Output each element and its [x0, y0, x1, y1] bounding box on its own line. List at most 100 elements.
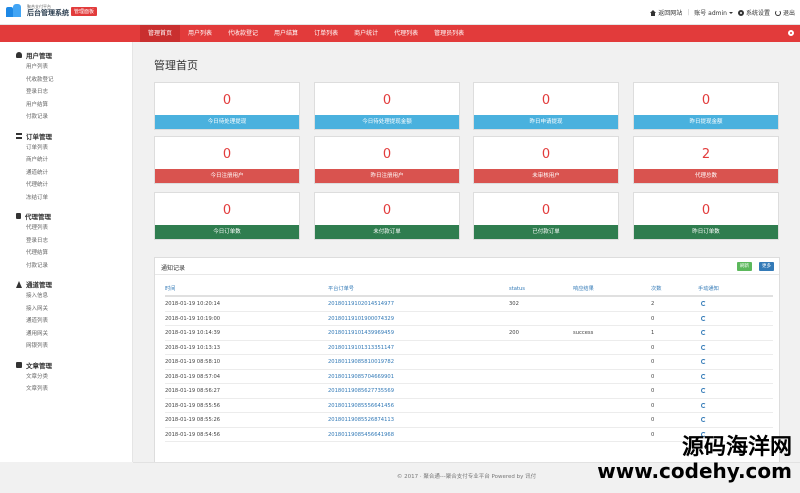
user-toolbar: 返回网站 | 账号 admin 系统设置 退出 — [645, 8, 795, 17]
sidebar-item[interactable]: 通道统计 — [16, 167, 132, 180]
refresh-icon[interactable] — [701, 315, 706, 321]
stat-label[interactable]: 昨日注册用户 — [315, 169, 459, 183]
stat-value: 0 — [222, 93, 232, 108]
tab-admin-list[interactable]: 管理员列表 — [426, 25, 472, 42]
stat-label[interactable]: 今日注册用户 — [155, 169, 299, 183]
notify-table: 时间 平台订单号 status 响应结果 次数 手动通知 2018-01-19 … — [165, 282, 773, 442]
tab-agent-list[interactable]: 代理列表 — [386, 25, 426, 42]
stat-label[interactable]: 昨日订单数 — [634, 225, 778, 239]
stat-label[interactable]: 昨日提现金额 — [634, 115, 778, 129]
notify-action[interactable] — [698, 326, 706, 340]
user-icon — [16, 52, 22, 58]
tab-user-list[interactable]: 用户列表 — [180, 25, 220, 42]
order-number-link[interactable]: 20180119102014514977 — [328, 297, 394, 311]
column-header[interactable]: 时间 — [165, 282, 175, 296]
order-number-link[interactable]: 20180119085526874113 — [328, 413, 394, 427]
refresh-icon[interactable] — [701, 344, 706, 350]
sidebar-item[interactable]: 商户统计 — [16, 154, 132, 167]
column-header[interactable]: status — [509, 282, 525, 296]
refresh-icon[interactable] — [701, 301, 706, 306]
stat-label[interactable]: 已付款订单 — [474, 225, 618, 239]
table-cell: 200 — [509, 330, 519, 336]
sidebar-item[interactable]: 文章分类 — [16, 371, 132, 384]
sidebar-item[interactable]: 代收款登记 — [16, 74, 132, 87]
order-number-link[interactable]: 20180119101439969459 — [328, 326, 394, 340]
refresh-icon[interactable] — [701, 359, 706, 364]
notify-action[interactable] — [698, 355, 706, 369]
column-header[interactable]: 次数 — [651, 282, 661, 296]
home-link[interactable]: 返回网站 — [650, 8, 682, 17]
order-number-link[interactable]: 20180119085627735569 — [328, 384, 394, 398]
sidebar-item[interactable]: 用户列表 — [16, 61, 132, 74]
table-cell: 0 — [651, 402, 655, 409]
table-row: 2018-01-19 08:56:27 20180119085627735569 0 — [165, 384, 773, 399]
refresh-button[interactable]: 刷新 — [737, 262, 752, 271]
sidebar-item[interactable]: 网银列表 — [16, 340, 132, 353]
sidebar-item[interactable]: 用户结算 — [16, 99, 132, 112]
more-button[interactable]: 更多 — [759, 262, 774, 271]
sidebar-item[interactable]: 冻结订单 — [16, 192, 132, 205]
settings-link[interactable]: 系统设置 — [737, 8, 770, 17]
order-number-link[interactable]: 20180119085704669901 — [328, 370, 394, 384]
column-header[interactable]: 响应结果 — [573, 282, 594, 296]
refresh-icon[interactable] — [701, 417, 706, 422]
power-icon — [774, 9, 781, 16]
sidebar-item[interactable]: 代理统计 — [16, 179, 132, 192]
sidebar-item[interactable]: 接入网关 — [16, 303, 132, 316]
notify-action[interactable] — [698, 341, 706, 355]
sidebar-item[interactable]: 付款记录 — [16, 260, 132, 273]
sidebar-item[interactable]: 文章列表 — [16, 383, 132, 396]
page-title: 管理首页 — [154, 59, 198, 72]
tab-dashboard[interactable]: 管理首页 — [140, 25, 181, 42]
sidebar-item[interactable]: 付款记录 — [16, 111, 132, 124]
stat-label[interactable]: 今日待处理提现金额 — [315, 115, 459, 129]
stat-value: 0 — [701, 93, 711, 108]
notify-action[interactable] — [698, 413, 706, 427]
table-cell: 1 — [651, 330, 655, 336]
sidebar-item[interactable]: 接入信息 — [16, 290, 132, 303]
logo[interactable]: 聚合支付平台 后台管理系统 — [6, 4, 69, 19]
refresh-icon[interactable] — [701, 388, 706, 393]
stat-label[interactable]: 昨日申请提现 — [474, 115, 618, 129]
stat-card: 0 昨日订单数 — [633, 192, 779, 240]
order-number-link[interactable]: 20180119101313351147 — [328, 341, 394, 355]
notify-action[interactable] — [698, 384, 706, 398]
stat-label[interactable]: 今日订单数 — [155, 225, 299, 239]
stat-label[interactable]: 未审核用户 — [474, 169, 618, 183]
logout-link[interactable]: 退出 — [774, 8, 795, 17]
notify-action[interactable] — [698, 312, 706, 326]
sidebar-item[interactable]: 登录日志 — [16, 235, 132, 248]
order-number-link[interactable]: 20180119101900074329 — [328, 312, 394, 326]
notify-action[interactable] — [698, 370, 706, 384]
refresh-icon[interactable] — [701, 330, 706, 335]
column-header[interactable]: 平台订单号 — [328, 282, 354, 296]
notify-action[interactable] — [698, 297, 706, 311]
stat-label[interactable]: 今日待处理提现 — [155, 115, 299, 129]
tab-user-settlement[interactable]: 用户结算 — [266, 25, 306, 42]
sidebar-item[interactable]: 通道列表 — [16, 315, 132, 328]
nav-tabs: 管理首页 用户列表 代收款登记 用户结算 订单列表 商户统计 代理列表 管理员列… — [140, 25, 472, 42]
sidebar-item[interactable]: 代理列表 — [16, 222, 132, 235]
table-row: 2018-01-19 08:58:10 20180119085810019782 0 — [165, 355, 773, 370]
order-number-link[interactable]: 20180119085456641968 — [328, 428, 394, 442]
account-menu[interactable]: 账号 admin — [694, 8, 733, 17]
order-number-link[interactable]: 20180119085810019782 — [328, 355, 394, 369]
column-header[interactable]: 手动通知 — [698, 282, 719, 296]
order-number-link[interactable]: 20180119085556641456 — [328, 399, 394, 413]
tab-merchant-stats[interactable]: 商户统计 — [346, 25, 386, 42]
gear-icon[interactable] — [788, 30, 794, 36]
tab-order-list[interactable]: 订单列表 — [306, 25, 346, 42]
refresh-icon[interactable] — [701, 373, 706, 379]
sidebar-item[interactable]: 订单列表 — [16, 142, 132, 155]
refresh-icon[interactable] — [701, 402, 706, 408]
sidebar-group-article: 文章管理 文章分类 文章列表 — [16, 359, 132, 396]
sidebar-item[interactable]: 通用网关 — [16, 328, 132, 341]
stat-label[interactable]: 未付款订单 — [315, 225, 459, 239]
gear-icon — [737, 9, 744, 16]
stat-label[interactable]: 代理总数 — [634, 169, 778, 183]
tab-collection-register[interactable]: 代收款登记 — [220, 25, 266, 42]
sidebar-item[interactable]: 代理结算 — [16, 247, 132, 260]
notify-action[interactable] — [698, 399, 706, 413]
sidebar-item[interactable]: 登录日志 — [16, 86, 132, 99]
chevron-down-icon — [728, 11, 733, 14]
